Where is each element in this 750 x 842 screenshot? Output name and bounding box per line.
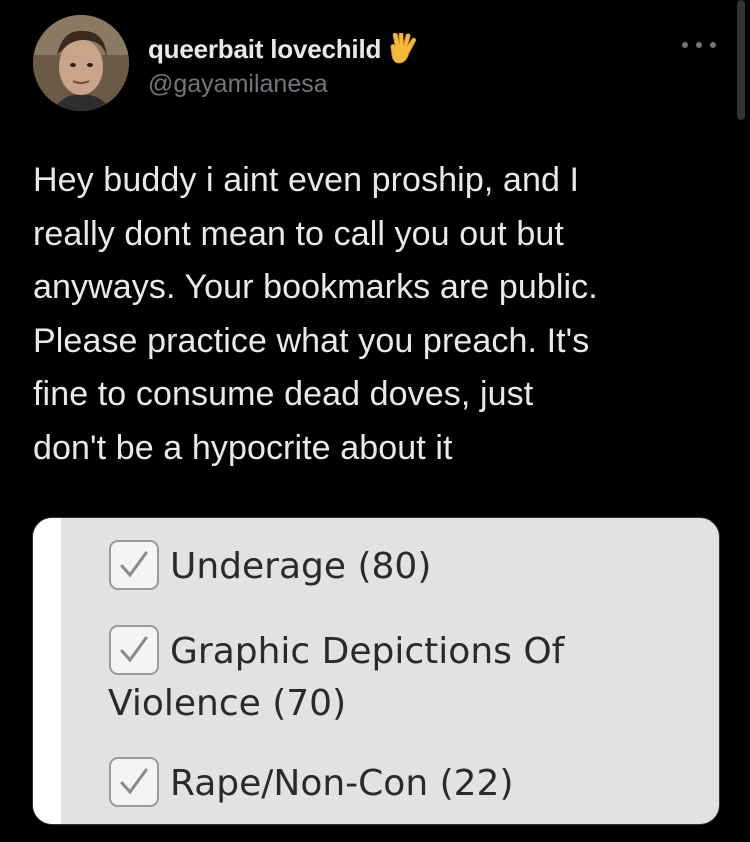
author-handle[interactable]: @gayamilanesa	[148, 70, 328, 99]
more-options-icon[interactable]	[682, 35, 716, 55]
media-left-strip	[33, 518, 61, 824]
tweet-text: Hey buddy i aint even proship, and I rea…	[33, 161, 598, 467]
vulcan-salute-icon	[389, 32, 419, 65]
author-name-row[interactable]: queerbait lovechild	[148, 32, 419, 66]
tag-label: Rape/Non-Con (22)	[170, 763, 514, 804]
avatar[interactable]	[33, 15, 129, 111]
avatar-photo	[33, 15, 129, 111]
dot	[696, 42, 702, 48]
tag-item: Graphic Depictions Of Violence (70)	[108, 624, 668, 730]
tag-item: Rape/Non-Con (22)	[108, 756, 688, 810]
author-display-name[interactable]: queerbait lovechild	[148, 34, 381, 65]
checkbox-checked-icon	[108, 756, 160, 808]
tweet-card[interactable]: queerbait lovechild @gayamilanesa Hey bu…	[0, 0, 750, 842]
tag-label: Graphic Depictions Of Violence (70)	[108, 631, 565, 724]
checkbox-checked-icon	[108, 539, 160, 591]
tag-label: Underage (80)	[170, 546, 432, 587]
scrollbar[interactable]	[737, 0, 745, 120]
dot	[682, 42, 688, 48]
checkbox-checked-icon	[108, 624, 160, 676]
tag-item: Underage (80)	[108, 539, 688, 593]
dot	[710, 42, 716, 48]
